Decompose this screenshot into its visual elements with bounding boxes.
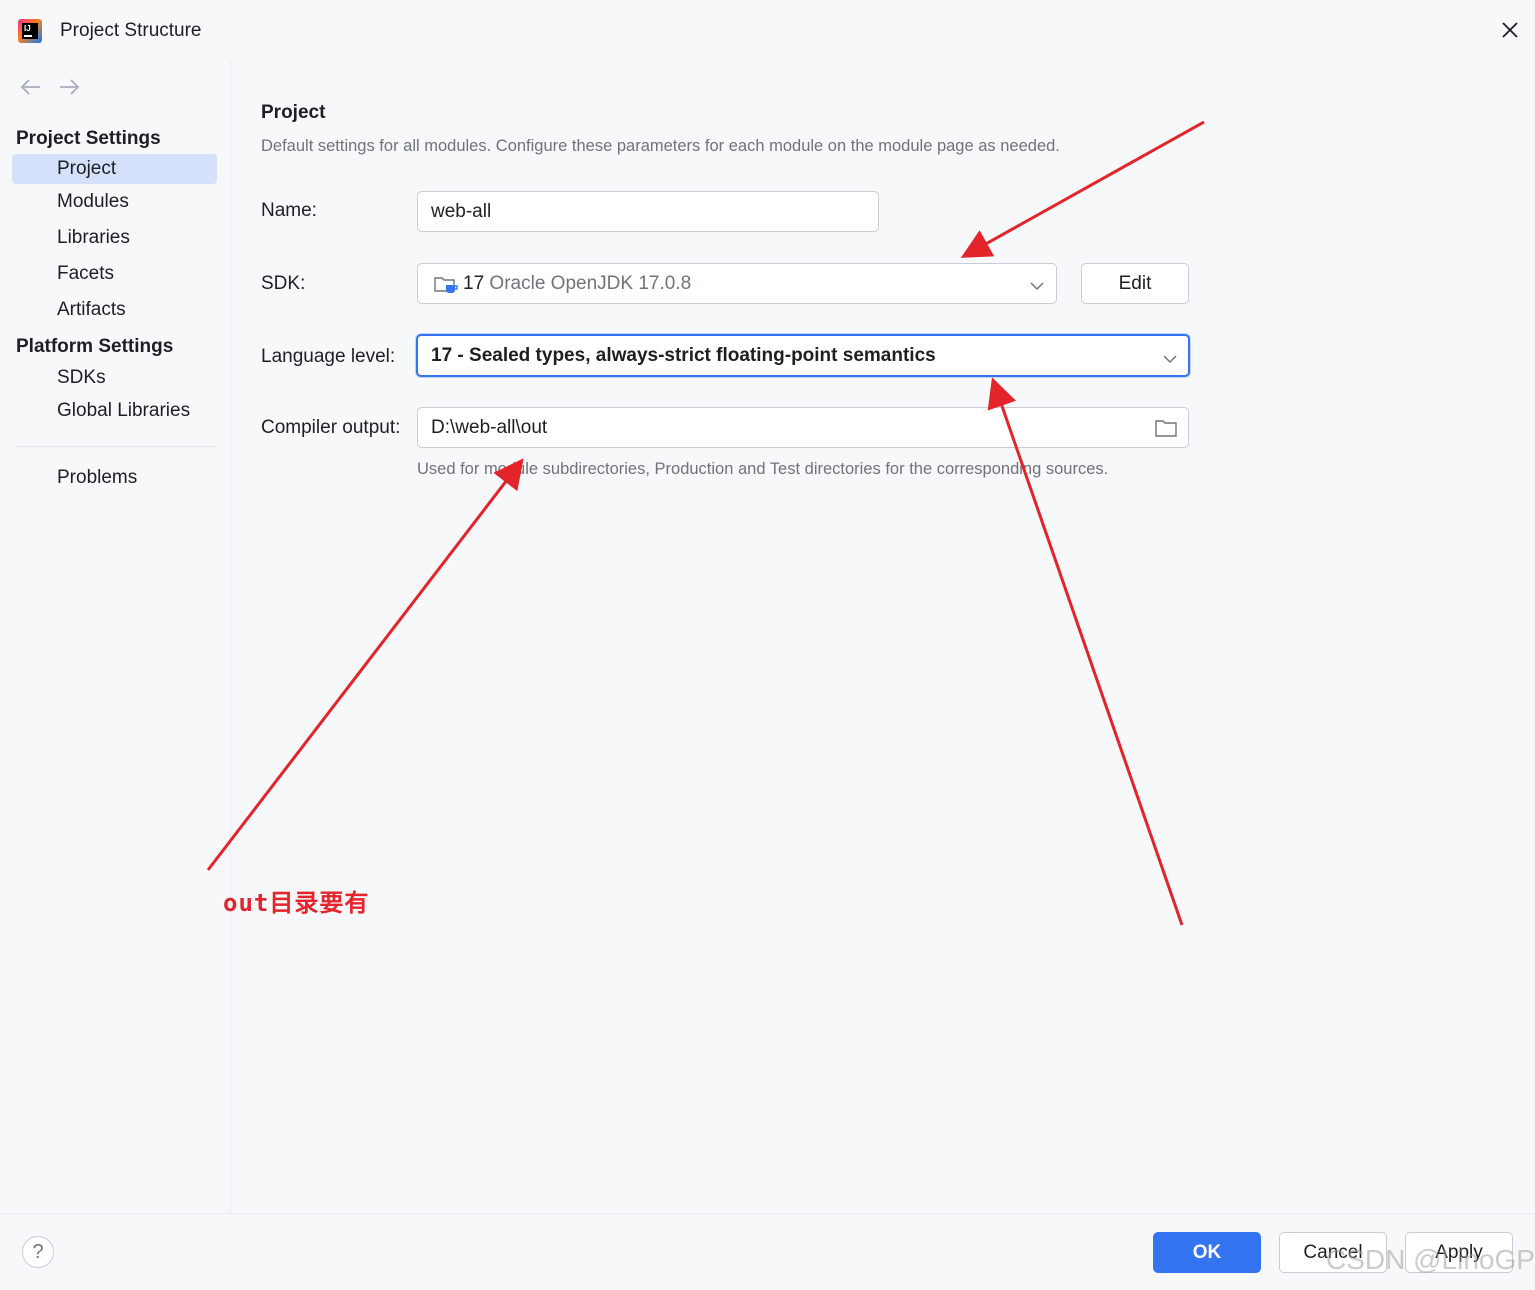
sidebar-item-label: Artifacts — [57, 299, 126, 320]
sdk-name: Oracle OpenJDK 17.0.8 — [489, 273, 692, 294]
compiler-output-hint: Used for module subdirectories, Producti… — [417, 460, 1109, 478]
back-arrow-icon[interactable] — [19, 76, 43, 98]
panel-description: Default settings for all modules. Config… — [261, 137, 1060, 155]
intellij-logo-icon: IJ — [18, 19, 42, 43]
sidebar-item-label: Libraries — [57, 227, 130, 248]
compiler-output-field[interactable]: D:\web-all\out — [417, 407, 1189, 448]
sidebar-item-label: Problems — [57, 467, 138, 488]
sidebar-item-label: Modules — [57, 191, 129, 212]
name-field[interactable]: web-all — [417, 191, 879, 232]
chevron-down-icon — [1030, 278, 1044, 291]
sidebar-item-label: Project — [57, 158, 117, 179]
help-button[interactable]: ? — [22, 1236, 54, 1268]
project-settings-header: Project Settings — [16, 128, 161, 149]
watermark: CSDN @LinoGP — [1326, 1244, 1535, 1275]
close-icon[interactable] — [1496, 16, 1524, 44]
sidebar-divider — [16, 446, 216, 447]
sidebar-item-label: Global Libraries — [57, 400, 191, 421]
compiler-output-value: D:\web-all\out — [431, 417, 548, 438]
compiler-output-label: Compiler output: — [261, 417, 401, 438]
sidebar-item-modules[interactable]: Modules — [12, 187, 217, 217]
language-level-dropdown[interactable]: 17 - Sealed types, always-strict floatin… — [416, 334, 1190, 377]
sidebar-item-facets[interactable]: Facets — [12, 259, 217, 289]
sidebar-item-libraries[interactable]: Libraries — [12, 223, 217, 253]
chevron-down-icon — [1163, 351, 1177, 364]
browse-folder-icon[interactable] — [1155, 418, 1177, 443]
sdk-version: 17 — [463, 273, 485, 294]
name-value: web-all — [431, 201, 492, 222]
platform-settings-header: Platform Settings — [16, 336, 174, 357]
name-label: Name: — [261, 200, 317, 221]
title-bar: IJ Project Structure — [0, 0, 1535, 60]
language-level-label: Language level: — [261, 346, 396, 367]
sidebar-item-problems[interactable]: Problems — [12, 463, 217, 493]
language-level-value: 17 - Sealed types, always-strict floatin… — [431, 345, 936, 366]
sidebar-item-sdks[interactable]: SDKs — [12, 363, 217, 393]
sdk-dropdown[interactable]: 17 Oracle OpenJDK 17.0.8 — [417, 263, 1057, 304]
sidebar-item-global-libraries[interactable]: Global Libraries — [12, 396, 217, 426]
ok-button[interactable]: OK — [1153, 1232, 1261, 1273]
settings-panel — [231, 60, 1535, 1213]
forward-arrow-icon[interactable] — [57, 76, 81, 98]
jdk-folder-icon — [434, 274, 460, 301]
sdk-label: SDK: — [261, 273, 306, 294]
sidebar-item-label: Facets — [57, 263, 115, 284]
sidebar-item-project[interactable]: Project — [12, 154, 217, 184]
window-title: Project Structure — [60, 20, 202, 41]
page-title: Project — [261, 102, 326, 123]
sidebar-item-artifacts[interactable]: Artifacts — [12, 295, 217, 325]
sidebar-item-label: SDKs — [57, 367, 106, 388]
edit-sdk-button[interactable]: Edit — [1081, 263, 1189, 304]
annotation-text: out目录要有 — [223, 889, 370, 917]
